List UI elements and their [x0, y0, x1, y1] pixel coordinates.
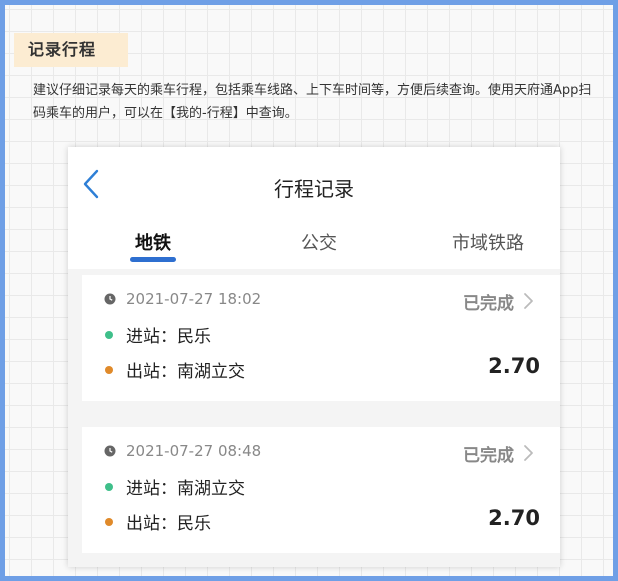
entry-dot [105, 331, 113, 339]
clock-icon [104, 293, 116, 305]
app-header: 行程记录 [68, 147, 560, 229]
trip-status: 已完成 [463, 294, 514, 314]
trip-fare: 2.70 [488, 506, 540, 530]
trip-card[interactable]: 2021-07-27 18:02 已完成 进站：民乐 出站：南湖立交 2.70 [82, 275, 560, 401]
tab-bar: 地铁 公交 市域铁路 [68, 229, 560, 269]
exit-station: 出站：南湖立交 [126, 362, 245, 382]
chevron-right-icon[interactable] [522, 443, 534, 463]
description-text: 建议仔细记录每天的乘车行程，包括乘车线路、上下车时间等，方便后续查询。使用天府通… [33, 83, 592, 121]
screenshot-frame: 记录行程 建议仔细记录每天的乘车行程，包括乘车线路、上下车时间等，方便后续查询。… [0, 0, 618, 581]
entry-station: 进站：民乐 [126, 327, 211, 347]
tab-suburban-rail[interactable]: 市域铁路 [440, 229, 536, 269]
exit-dot [105, 518, 113, 526]
trip-list: 2021-07-27 18:02 已完成 进站：民乐 出站：南湖立交 2.70 … [68, 269, 560, 567]
trip-card[interactable]: 2021-07-27 08:48 已完成 进站：南湖立交 出站：民乐 2.70 [82, 427, 560, 553]
entry-station: 进站：南湖立交 [126, 479, 245, 499]
trip-time: 2021-07-27 18:02 [126, 290, 262, 308]
page-title: 行程记录 [274, 177, 354, 201]
app-screen: 行程记录 地铁 公交 市域铁路 2021-07-27 18:02 已完成 进站：… [68, 147, 560, 567]
trip-status: 已完成 [463, 446, 514, 466]
exit-station: 出站：民乐 [126, 514, 211, 534]
active-tab-indicator [130, 257, 176, 262]
tab-metro[interactable]: 地铁 [126, 229, 180, 269]
exit-dot [105, 366, 113, 374]
chevron-right-icon[interactable] [522, 291, 534, 311]
trip-fare: 2.70 [488, 354, 540, 378]
entry-dot [105, 483, 113, 491]
section-title: 记录行程 [14, 33, 128, 67]
tab-bus[interactable]: 公交 [292, 229, 346, 269]
clock-icon [104, 445, 116, 457]
trip-time: 2021-07-27 08:48 [126, 442, 262, 460]
